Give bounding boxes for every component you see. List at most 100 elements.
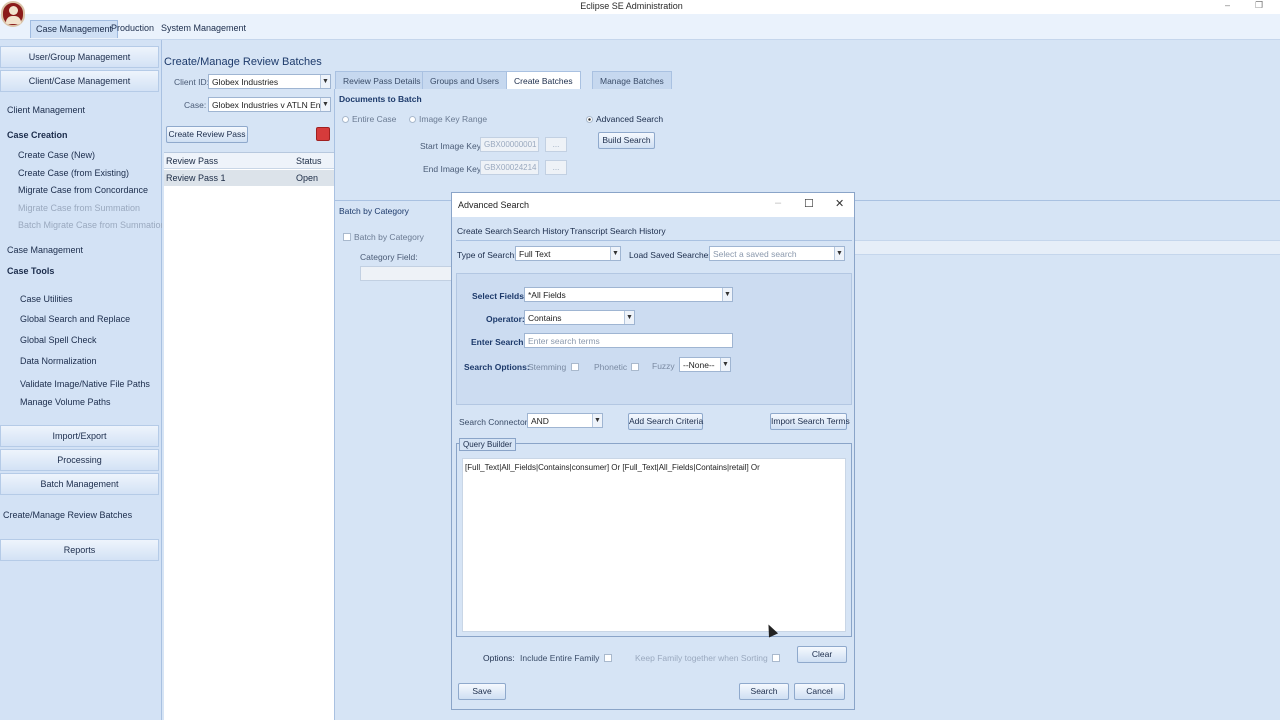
include-entire-family-checkbox[interactable]: Include Entire Family [520, 653, 615, 663]
stemming-checkbox[interactable]: Stemming [528, 362, 582, 372]
maximize-icon[interactable]: ☐ [804, 197, 814, 210]
load-saved-search-placeholder: Select a saved search [713, 249, 797, 259]
enter-search-input[interactable]: Enter search terms [524, 333, 733, 348]
type-of-search-label: Type of Search: [457, 250, 517, 260]
sidebar-case-utilities[interactable]: Case Utilities [20, 294, 73, 304]
menu-bar: Case Management Production System Manage… [0, 14, 1280, 40]
select-fields-value: *All Fields [528, 290, 566, 300]
build-search-button[interactable]: Build Search [598, 132, 655, 149]
dialog-title: Advanced Search [458, 200, 530, 210]
end-key-browse-button[interactable]: ... [545, 160, 567, 175]
batch-by-category-checkbox[interactable]: Batch by Category [343, 232, 424, 242]
sidebar-create-manage-batches[interactable]: Create/Manage Review Batches [3, 510, 132, 520]
batch-by-category-check-label: Batch by Category [354, 232, 424, 242]
case-select[interactable]: Globex Industries v ATLN Energ ▼ [208, 97, 331, 112]
sidebar-case-management[interactable]: Case Management [7, 245, 83, 255]
search-button[interactable]: Search [739, 683, 789, 700]
end-image-key-input[interactable]: GBX00024214 [480, 160, 539, 175]
load-saved-search-select[interactable]: Select a saved search ▼ [709, 246, 845, 261]
documents-to-batch-heading: Documents to Batch [339, 94, 422, 104]
search-options-label: Search Options: [464, 362, 530, 372]
type-of-search-value: Full Text [519, 249, 551, 259]
save-button[interactable]: Save [458, 683, 506, 700]
import-search-terms-button[interactable]: Import Search Terms [770, 413, 850, 430]
advanced-search-radio[interactable]: Advanced Search [586, 114, 663, 124]
entire-case-radio[interactable]: Entire Case [342, 114, 396, 124]
sidebar-validate-paths[interactable]: Validate Image/Native File Paths [20, 379, 150, 389]
tab-review-pass-details[interactable]: Review Pass Details [335, 71, 429, 89]
sidebar-data-normalization[interactable]: Data Normalization [20, 356, 97, 366]
phonetic-checkbox[interactable]: Phonetic [594, 362, 642, 372]
sidebar-global-spell-check[interactable]: Global Spell Check [20, 335, 97, 345]
sidebar: User/Group Management Client/Case Manage… [0, 40, 166, 720]
advanced-search-label: Advanced Search [596, 114, 664, 124]
client-id-value: Globex Industries [212, 77, 279, 87]
sidebar-user-group-management[interactable]: User/Group Management [0, 46, 159, 68]
fuzzy-select[interactable]: --None-- ▼ [679, 357, 731, 372]
fuzzy-label: Fuzzy [652, 361, 675, 371]
operator-select[interactable]: Contains ▼ [524, 310, 635, 325]
sidebar-reports[interactable]: Reports [0, 539, 159, 561]
operator-label: Operator: [486, 314, 525, 324]
case-value: Globex Industries v ATLN Energ [212, 100, 331, 110]
table-row[interactable]: Review Pass 1 Open [164, 170, 334, 186]
sidebar-processing[interactable]: Processing [0, 449, 159, 471]
type-of-search-select[interactable]: Full Text ▼ [515, 246, 621, 261]
delete-icon[interactable] [316, 127, 330, 141]
start-image-key-input[interactable]: GBX00000001 [480, 137, 539, 152]
sidebar-import-export[interactable]: Import/Export [0, 425, 159, 447]
menu-system-management[interactable]: System Management [156, 20, 251, 38]
minimize-icon[interactable]: – [1225, 0, 1230, 10]
sidebar-client-management[interactable]: Client Management [7, 105, 85, 115]
column-status[interactable]: Status [296, 156, 322, 166]
query-builder-textarea[interactable]: [Full_Text|All_Fields|Contains|consumer]… [462, 458, 846, 632]
tab-transcript-search-history[interactable]: Transcript Search History [570, 226, 666, 240]
clear-button[interactable]: Clear [797, 646, 847, 663]
chevron-down-icon: ▼ [624, 311, 634, 324]
options-label: Options: [483, 653, 515, 663]
tab-manage-batches[interactable]: Manage Batches [592, 71, 672, 89]
sidebar-create-case-existing[interactable]: Create Case (from Existing) [18, 168, 129, 178]
client-id-select[interactable]: Globex Industries ▼ [208, 74, 331, 89]
sidebar-batch-migrate-summation[interactable]: Batch Migrate Case from Summation [18, 220, 166, 230]
chevron-down-icon: ▼ [722, 288, 732, 301]
enter-search-placeholder: Enter search terms [528, 336, 600, 346]
chevron-down-icon: ▼ [720, 358, 730, 371]
create-review-pass-button[interactable]: Create Review Pass [166, 126, 248, 143]
sidebar-client-case-management[interactable]: Client/Case Management [0, 70, 159, 92]
restore-icon[interactable]: ❐ [1255, 0, 1263, 11]
tab-create-batches[interactable]: Create Batches [506, 71, 581, 89]
select-fields-select[interactable]: *All Fields ▼ [524, 287, 733, 302]
menu-production[interactable]: Production [106, 20, 159, 38]
close-icon[interactable]: ✕ [835, 197, 844, 210]
search-connectors-select[interactable]: AND ▼ [527, 413, 603, 428]
client-id-label: Client ID: [174, 77, 209, 87]
sidebar-create-case-new[interactable]: Create Case (New) [18, 150, 95, 160]
sidebar-migrate-concordance[interactable]: Migrate Case from Concordance [18, 185, 148, 195]
entire-case-label: Entire Case [352, 114, 397, 124]
sidebar-migrate-summation[interactable]: Migrate Case from Summation [18, 203, 140, 213]
image-key-range-radio[interactable]: Image Key Range [409, 114, 487, 124]
sidebar-manage-volume-paths[interactable]: Manage Volume Paths [20, 397, 111, 407]
cancel-button[interactable]: Cancel [794, 683, 845, 700]
tab-create-search[interactable]: Create Search [457, 226, 512, 240]
app-logo-icon[interactable] [1, 1, 25, 27]
tab-groups-and-users[interactable]: Groups and Users [422, 71, 507, 89]
category-field-input[interactable] [360, 266, 452, 281]
chevron-down-icon: ▼ [320, 98, 330, 111]
sidebar-batch-management[interactable]: Batch Management [0, 473, 159, 495]
minimize-icon[interactable]: – [775, 197, 781, 209]
menu-case-management[interactable]: Case Management [30, 20, 119, 38]
keep-family-label: Keep Family together when Sorting [635, 653, 768, 663]
column-review-pass[interactable]: Review Pass [166, 156, 218, 166]
image-key-range-label: Image Key Range [419, 114, 488, 124]
search-connectors-label: Search Connectors: [459, 417, 535, 427]
start-key-browse-button[interactable]: ... [545, 137, 567, 152]
tab-search-history[interactable]: Search History [513, 226, 569, 240]
sidebar-global-search-replace[interactable]: Global Search and Replace [20, 314, 130, 324]
sidebar-case-creation-heading: Case Creation [7, 130, 68, 140]
include-entire-family-label: Include Entire Family [520, 653, 600, 663]
keep-family-checkbox[interactable]: Keep Family together when Sorting [635, 653, 783, 663]
chevron-down-icon: ▼ [834, 247, 844, 260]
add-search-criteria-button[interactable]: Add Search Criteria [628, 413, 703, 430]
